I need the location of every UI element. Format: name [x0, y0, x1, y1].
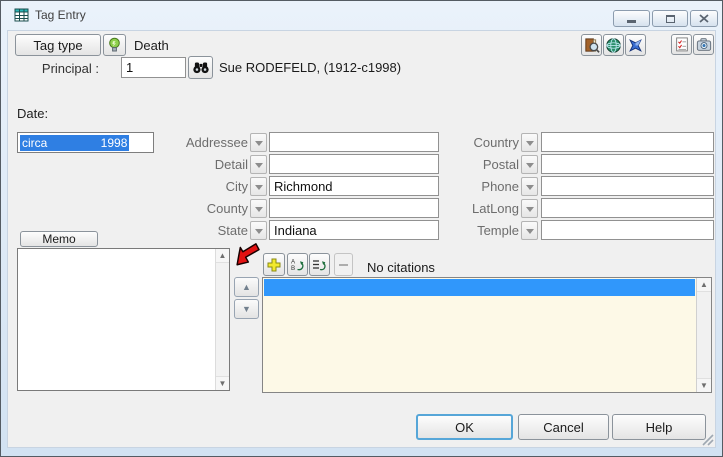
scroll-up-icon[interactable]: ▲: [216, 249, 229, 263]
scroll-down-icon[interactable]: ▼: [697, 378, 711, 392]
remove-citation-button[interactable]: [334, 253, 353, 276]
copy-citation-button[interactable]: A B: [287, 253, 308, 276]
memo-button[interactable]: Memo: [20, 231, 98, 247]
principal-name: Sue RODEFELD, (1912-c1998): [219, 60, 402, 75]
latlong-label: LatLong: [472, 201, 519, 216]
up-arrow-icon: ▲: [242, 282, 251, 292]
city-label: City: [225, 179, 248, 194]
phone-dropdown-button[interactable]: [521, 177, 538, 196]
date-selected-text: circa 1998: [20, 135, 130, 151]
move-up-button[interactable]: ▲: [234, 277, 259, 297]
svg-text:B: B: [291, 265, 295, 272]
principal-label: Principal :: [41, 61, 99, 76]
minimize-icon: [627, 20, 636, 23]
minimize-button[interactable]: [613, 10, 650, 27]
tasks-button[interactable]: [671, 34, 692, 55]
postal-input[interactable]: [541, 154, 714, 174]
addressee-label: Addressee: [185, 135, 248, 150]
help-button[interactable]: Help: [612, 414, 706, 440]
temple-dropdown-button[interactable]: [521, 221, 538, 240]
close-icon: [699, 14, 709, 23]
tag-type-button-label: Tag type: [33, 37, 83, 53]
scroll-up-icon[interactable]: ▲: [697, 278, 711, 292]
binoculars-icon: [192, 62, 209, 74]
postal-label: Postal: [482, 157, 519, 172]
citation-list[interactable]: ▲ ▼: [262, 277, 712, 393]
scroll-down-icon[interactable]: ▼: [216, 376, 229, 390]
addressee-dropdown-button[interactable]: [250, 133, 267, 152]
plus-icon: [267, 258, 281, 271]
tag-type-hint-button[interactable]: [103, 34, 126, 56]
county-dropdown-button[interactable]: [250, 199, 267, 218]
country-input[interactable]: [541, 132, 714, 152]
latlong-input[interactable]: [541, 198, 714, 218]
cancel-button[interactable]: Cancel: [518, 414, 609, 440]
move-down-button[interactable]: ▼: [234, 299, 259, 319]
date-input[interactable]: circa 1998: [17, 132, 154, 153]
temple-label: Temple: [477, 223, 519, 238]
detail-dropdown-button[interactable]: [250, 155, 267, 174]
latlong-dropdown-button[interactable]: [521, 199, 538, 218]
window-title: Tag Entry: [35, 8, 86, 22]
city-dropdown-button[interactable]: [250, 177, 267, 196]
phone-input[interactable]: [541, 176, 714, 196]
ab-repeat-icon: A B: [291, 259, 304, 272]
down-arrow-icon: ▼: [242, 304, 251, 314]
checklist-icon: [675, 37, 688, 52]
tag-type-value: Death: [134, 38, 169, 53]
close-button[interactable]: [690, 10, 718, 27]
citation-list-selected-row[interactable]: [264, 279, 695, 296]
country-label: Country: [473, 135, 519, 150]
phone-label: Phone: [481, 179, 519, 194]
memo-button-label: Memo: [42, 232, 76, 246]
book-magnifier-icon: [585, 37, 600, 53]
addressee-input[interactable]: [269, 132, 439, 152]
camera-icon: [696, 38, 711, 51]
tag-entry-window: Tag Entry Tag type Death Principal : 1 S…: [0, 0, 723, 457]
lightbulb-icon: [109, 37, 120, 52]
maximize-button[interactable]: [652, 10, 688, 27]
memo-scrollbar[interactable]: ▲ ▼: [215, 249, 229, 390]
ok-button[interactable]: OK: [416, 414, 513, 440]
paste-citation-button[interactable]: [309, 253, 330, 276]
minus-icon: [339, 263, 348, 266]
resize-grip[interactable]: [700, 432, 714, 446]
citation-list-scrollbar[interactable]: ▲ ▼: [696, 278, 711, 392]
principal-input[interactable]: [121, 57, 186, 78]
date-label: Date:: [17, 106, 49, 121]
exhibit-button[interactable]: [693, 34, 714, 55]
detail-label: Detail: [214, 157, 248, 172]
citation-status: No citations: [367, 260, 435, 275]
table-grid-icon: [14, 8, 29, 22]
county-input[interactable]: [269, 198, 439, 218]
memo-textarea[interactable]: ▲ ▼: [17, 248, 230, 391]
county-label: County: [206, 201, 248, 216]
help-button-label: Help: [645, 419, 673, 435]
ok-button-label: OK: [455, 419, 474, 435]
list-repeat-icon: [313, 260, 326, 271]
country-dropdown-button[interactable]: [521, 133, 538, 152]
maximize-icon: [665, 14, 675, 23]
cancel-button-label: Cancel: [543, 419, 584, 435]
tag-type-button[interactable]: Tag type: [15, 34, 101, 56]
state-label: State: [217, 223, 248, 238]
find-principal-button[interactable]: [188, 56, 213, 79]
map-button[interactable]: [625, 34, 646, 56]
postal-dropdown-button[interactable]: [521, 155, 538, 174]
temple-input[interactable]: [541, 220, 714, 240]
compass-star-icon: [629, 38, 642, 52]
city-input[interactable]: [269, 176, 439, 196]
web-button[interactable]: [603, 34, 624, 56]
reference-search-button[interactable]: [581, 34, 602, 56]
globe-icon: [606, 37, 621, 53]
add-citation-button[interactable]: [263, 253, 285, 276]
state-input[interactable]: [269, 220, 439, 240]
detail-input[interactable]: [269, 154, 439, 174]
